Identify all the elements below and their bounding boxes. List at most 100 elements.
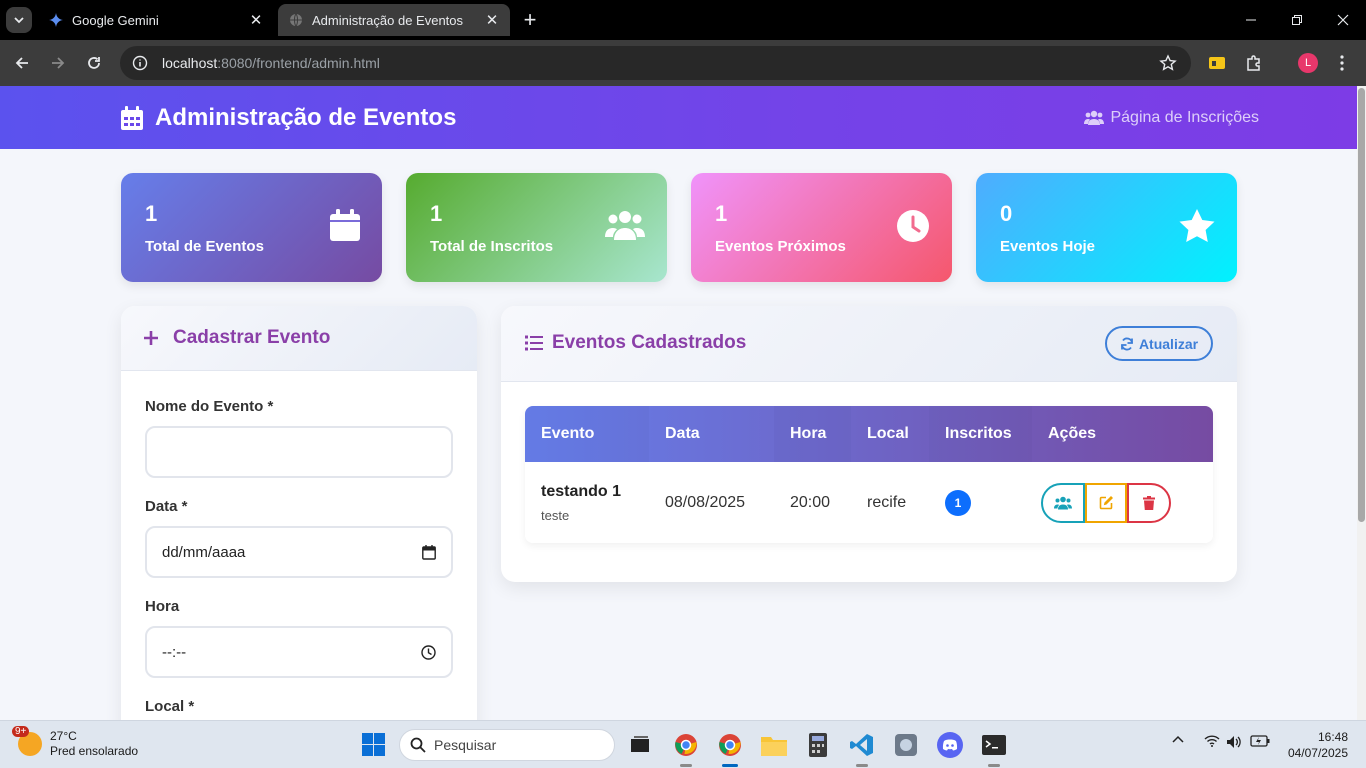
column-header: Ações bbox=[1048, 425, 1097, 442]
stat-value: 1 bbox=[715, 201, 728, 226]
terminal-icon[interactable] bbox=[980, 731, 1008, 767]
start-button[interactable] bbox=[362, 733, 385, 761]
taskbar-search[interactable]: Pesquisar bbox=[399, 729, 615, 761]
star-icon bbox=[1179, 209, 1215, 242]
field-group-nome: Nome do Evento * bbox=[145, 398, 453, 478]
profile-avatar[interactable]: L bbox=[1296, 51, 1320, 75]
task-view-icon[interactable] bbox=[626, 731, 654, 759]
stat-card-eventos-hoje: 0 Eventos Hoje bbox=[976, 173, 1237, 282]
weather-widget[interactable]: 9+ 27°C Pred ensolarado bbox=[12, 726, 138, 759]
delete-event-button[interactable] bbox=[1127, 482, 1171, 523]
edit-event-button[interactable] bbox=[1085, 482, 1127, 523]
app-icon[interactable] bbox=[892, 731, 920, 759]
stat-label: Total de Eventos bbox=[145, 238, 264, 255]
stat-card-total-inscritos: 1 Total de Inscritos bbox=[406, 173, 667, 282]
stat-label: Total de Inscritos bbox=[430, 238, 554, 255]
back-button[interactable] bbox=[10, 51, 34, 75]
restore-icon bbox=[1292, 15, 1302, 25]
field-group-local: Local * bbox=[145, 698, 453, 715]
event-time-input[interactable]: --:-- bbox=[145, 626, 453, 678]
new-tab-button[interactable]: + bbox=[519, 7, 541, 32]
close-tab-icon[interactable]: ✕ bbox=[248, 12, 264, 29]
list-icon bbox=[525, 335, 543, 351]
stat-value: 0 bbox=[1000, 201, 1013, 226]
tray-overflow-icon[interactable] bbox=[1172, 735, 1184, 743]
column-header: Inscritos bbox=[945, 425, 1012, 442]
stat-value: 1 bbox=[145, 201, 158, 226]
field-group-data: Data * dd/mm/aaaa bbox=[145, 498, 453, 578]
minimize-button[interactable] bbox=[1228, 0, 1274, 40]
scrollbar-thumb[interactable] bbox=[1358, 88, 1365, 522]
forward-button[interactable] bbox=[46, 51, 70, 75]
page-header: Administração de Eventos Página de Inscr… bbox=[0, 86, 1357, 149]
url-path: :8080/frontend/admin.html bbox=[217, 55, 380, 71]
wifi-icon[interactable] bbox=[1204, 735, 1220, 747]
nav-link-inscricoes[interactable]: Página de Inscrições bbox=[1084, 109, 1259, 127]
row-actions bbox=[1041, 482, 1171, 523]
column-header: Evento bbox=[541, 425, 595, 442]
weather-desc: Pred ensolarado bbox=[50, 744, 139, 758]
system-clock[interactable]: 16:48 04/07/2025 bbox=[1288, 729, 1348, 761]
info-icon[interactable] bbox=[132, 55, 148, 71]
gemini-icon bbox=[48, 12, 64, 28]
chrome-profile-1-icon[interactable] bbox=[672, 731, 700, 767]
puzzle-extensions-icon[interactable] bbox=[1242, 51, 1266, 75]
weather-text: 27°C Pred ensolarado bbox=[50, 729, 138, 759]
table-row: testando 1 teste 08/08/2025 20:00 recife… bbox=[525, 462, 1213, 543]
reload-button[interactable] bbox=[82, 51, 106, 75]
tab-admin-eventos[interactable]: Administração de Eventos ✕ bbox=[278, 4, 510, 36]
nav-link-label: Página de Inscrições bbox=[1110, 109, 1259, 126]
refresh-button[interactable]: Atualizar bbox=[1105, 326, 1213, 361]
browser-menu-button[interactable] bbox=[1330, 51, 1354, 75]
close-tab-icon[interactable]: ✕ bbox=[484, 12, 500, 29]
vscode-icon[interactable] bbox=[848, 731, 876, 767]
url-host: localhost bbox=[162, 55, 218, 71]
windows-taskbar: 9+ 27°C Pred ensolarado Pesquisar 16:48 … bbox=[0, 720, 1366, 768]
create-event-header: Cadastrar Evento bbox=[121, 306, 477, 371]
view-registrants-button[interactable] bbox=[1041, 482, 1085, 523]
calendar-icon bbox=[121, 106, 143, 130]
event-time: 20:00 bbox=[790, 493, 831, 511]
create-event-card: Cadastrar Evento Nome do Evento * Data *… bbox=[121, 306, 477, 720]
field-label-nome: Nome do Evento * bbox=[145, 398, 274, 415]
calendar-picker-icon[interactable] bbox=[422, 544, 436, 560]
tab-google-gemini[interactable]: Google Gemini ✕ bbox=[38, 4, 274, 36]
chrome-profile-2-icon[interactable] bbox=[716, 731, 744, 767]
clock-icon bbox=[897, 210, 929, 242]
refresh-label: Atualizar bbox=[1138, 335, 1199, 352]
close-window-button[interactable] bbox=[1320, 0, 1366, 40]
volume-icon[interactable] bbox=[1226, 735, 1242, 749]
field-label-data: Data * bbox=[145, 498, 188, 515]
event-date-input[interactable]: dd/mm/aaaa bbox=[145, 526, 453, 578]
column-header: Hora bbox=[790, 425, 827, 442]
page-viewport: Administração de Eventos Página de Inscr… bbox=[0, 86, 1357, 720]
clock-date: 04/07/2025 bbox=[1287, 746, 1348, 760]
event-location: recife bbox=[867, 493, 907, 511]
profile-initial: L bbox=[1298, 53, 1318, 73]
calculator-icon[interactable] bbox=[804, 731, 832, 759]
minimize-icon bbox=[1246, 19, 1256, 21]
search-placeholder: Pesquisar bbox=[434, 737, 497, 753]
field-label-local: Local * bbox=[145, 698, 195, 715]
events-list-title: Eventos Cadastrados bbox=[525, 332, 746, 354]
extension-icon[interactable] bbox=[1205, 51, 1229, 75]
bookmark-star-icon[interactable] bbox=[1159, 54, 1177, 72]
chevron-down-icon bbox=[14, 17, 24, 24]
address-bar[interactable]: localhost:8080/frontend/admin.html bbox=[120, 46, 1191, 80]
file-explorer-icon[interactable] bbox=[760, 731, 788, 759]
discord-icon[interactable] bbox=[936, 731, 964, 759]
stat-label: Eventos Próximos bbox=[715, 238, 846, 255]
event-name-input[interactable] bbox=[145, 426, 453, 478]
events-list-title-text: Eventos Cadastrados bbox=[552, 332, 747, 353]
restore-button[interactable] bbox=[1274, 0, 1320, 40]
clock-picker-icon[interactable] bbox=[421, 644, 436, 660]
weather-temp: 27°C bbox=[50, 729, 77, 743]
trash-icon bbox=[1143, 495, 1155, 510]
tab-title: Administração de Eventos bbox=[312, 12, 464, 28]
page-scrollbar[interactable] bbox=[1357, 86, 1366, 720]
event-time-value: --:-- bbox=[162, 643, 187, 661]
arrow-right-icon bbox=[52, 57, 65, 69]
tab-search-button[interactable] bbox=[6, 7, 32, 33]
battery-icon[interactable] bbox=[1250, 735, 1270, 747]
clock-time: 16:48 bbox=[1317, 730, 1348, 744]
